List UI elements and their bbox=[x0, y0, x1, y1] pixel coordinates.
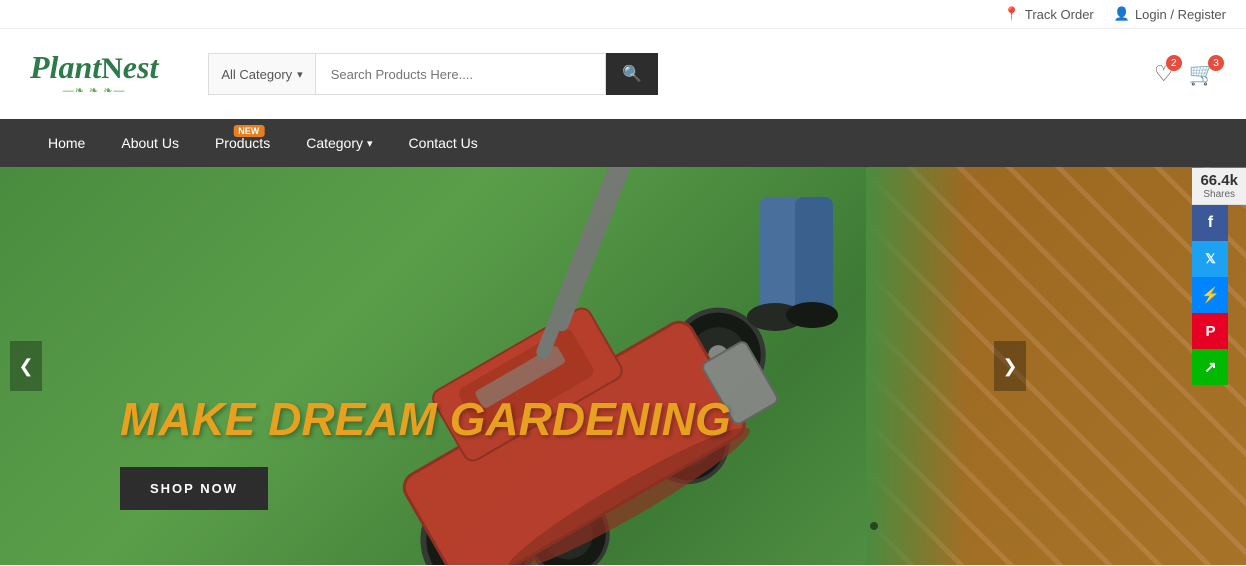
nav-about-us[interactable]: About Us bbox=[103, 119, 197, 167]
pinterest-icon: P bbox=[1205, 323, 1215, 340]
search-input[interactable] bbox=[315, 53, 607, 95]
login-label: Login / Register bbox=[1135, 7, 1226, 22]
facebook-share-button[interactable]: f bbox=[1192, 205, 1228, 241]
hero-headline: MAKE DREAM GARDENING bbox=[120, 394, 731, 445]
user-icon: 👤 bbox=[1114, 6, 1130, 22]
share-icon: ↗ bbox=[1204, 358, 1217, 376]
share-count-number: 66.4k bbox=[1200, 172, 1238, 189]
nav-home[interactable]: Home bbox=[30, 119, 103, 167]
nav-home-label: Home bbox=[48, 135, 85, 151]
track-order-link[interactable]: 📍 Track Order bbox=[1004, 6, 1094, 22]
top-bar: 📍 Track Order 👤 Login / Register bbox=[0, 0, 1246, 29]
logo-text: PlantNest bbox=[30, 51, 158, 84]
nav-about-label: About Us bbox=[121, 135, 179, 151]
track-order-label: Track Order bbox=[1025, 7, 1094, 22]
pinterest-share-button[interactable]: P bbox=[1192, 313, 1228, 349]
nav-contact[interactable]: Contact Us bbox=[391, 119, 496, 167]
share-count-box: 66.4k Shares bbox=[1192, 168, 1246, 205]
cart-button[interactable]: 🛒 3 bbox=[1189, 61, 1216, 87]
hero-section: MAKE DREAM GARDENING SHOP NOW ❮ ❯ bbox=[0, 167, 1246, 565]
cart-badge: 3 bbox=[1208, 55, 1224, 71]
share-count-label: Shares bbox=[1200, 189, 1238, 200]
messenger-icon: ⚡ bbox=[1201, 286, 1220, 304]
category-dropdown-icon: ▾ bbox=[367, 137, 373, 150]
wishlist-badge: 2 bbox=[1166, 55, 1182, 71]
carousel-next-button[interactable]: ❯ bbox=[994, 341, 1026, 391]
facebook-icon: f bbox=[1208, 214, 1213, 232]
nav-category-label: Category bbox=[306, 135, 363, 151]
category-dropdown[interactable]: All Category ▾ bbox=[208, 53, 314, 95]
twitter-share-button[interactable]: 𝕏 bbox=[1192, 241, 1228, 277]
login-link[interactable]: 👤 Login / Register bbox=[1114, 6, 1226, 22]
messenger-share-button[interactable]: ⚡ bbox=[1192, 277, 1228, 313]
lawnmower-image bbox=[200, 167, 950, 565]
nav-products-label: Products bbox=[215, 135, 270, 151]
nav-contact-label: Contact Us bbox=[409, 135, 478, 151]
search-area: All Category ▾ 🔍 bbox=[208, 53, 658, 95]
header: PlantNest —❧ ❧ ❧— All Category ▾ 🔍 ♡ 2 🛒… bbox=[0, 29, 1246, 119]
main-nav: Home About Us NEW Products Category ▾ Co… bbox=[0, 119, 1246, 167]
search-icon: 🔍 bbox=[622, 64, 642, 84]
hero-text-area: MAKE DREAM GARDENING bbox=[120, 394, 731, 445]
nav-category[interactable]: Category ▾ bbox=[288, 119, 390, 167]
nav-products[interactable]: NEW Products bbox=[197, 119, 288, 167]
shop-now-button[interactable]: SHOP NOW bbox=[120, 467, 268, 510]
products-new-badge: NEW bbox=[233, 125, 264, 137]
generic-share-button[interactable]: ↗ bbox=[1192, 349, 1228, 385]
search-button[interactable]: 🔍 bbox=[606, 53, 658, 95]
logo-decoration: —❧ ❧ ❧— bbox=[30, 84, 158, 97]
category-label: All Category bbox=[221, 67, 292, 82]
header-icons: ♡ 2 🛒 3 bbox=[1154, 61, 1216, 87]
category-chevron-icon: ▾ bbox=[297, 68, 303, 81]
carousel-prev-button[interactable]: ❮ bbox=[10, 341, 42, 391]
wishlist-button[interactable]: ♡ 2 bbox=[1154, 61, 1174, 87]
twitter-icon: 𝕏 bbox=[1205, 251, 1215, 267]
logo[interactable]: PlantNest —❧ ❧ ❧— bbox=[30, 51, 158, 97]
location-icon: 📍 bbox=[1004, 6, 1020, 22]
social-sidebar: 66.4k Shares f 𝕏 ⚡ P ↗ bbox=[1192, 168, 1246, 385]
